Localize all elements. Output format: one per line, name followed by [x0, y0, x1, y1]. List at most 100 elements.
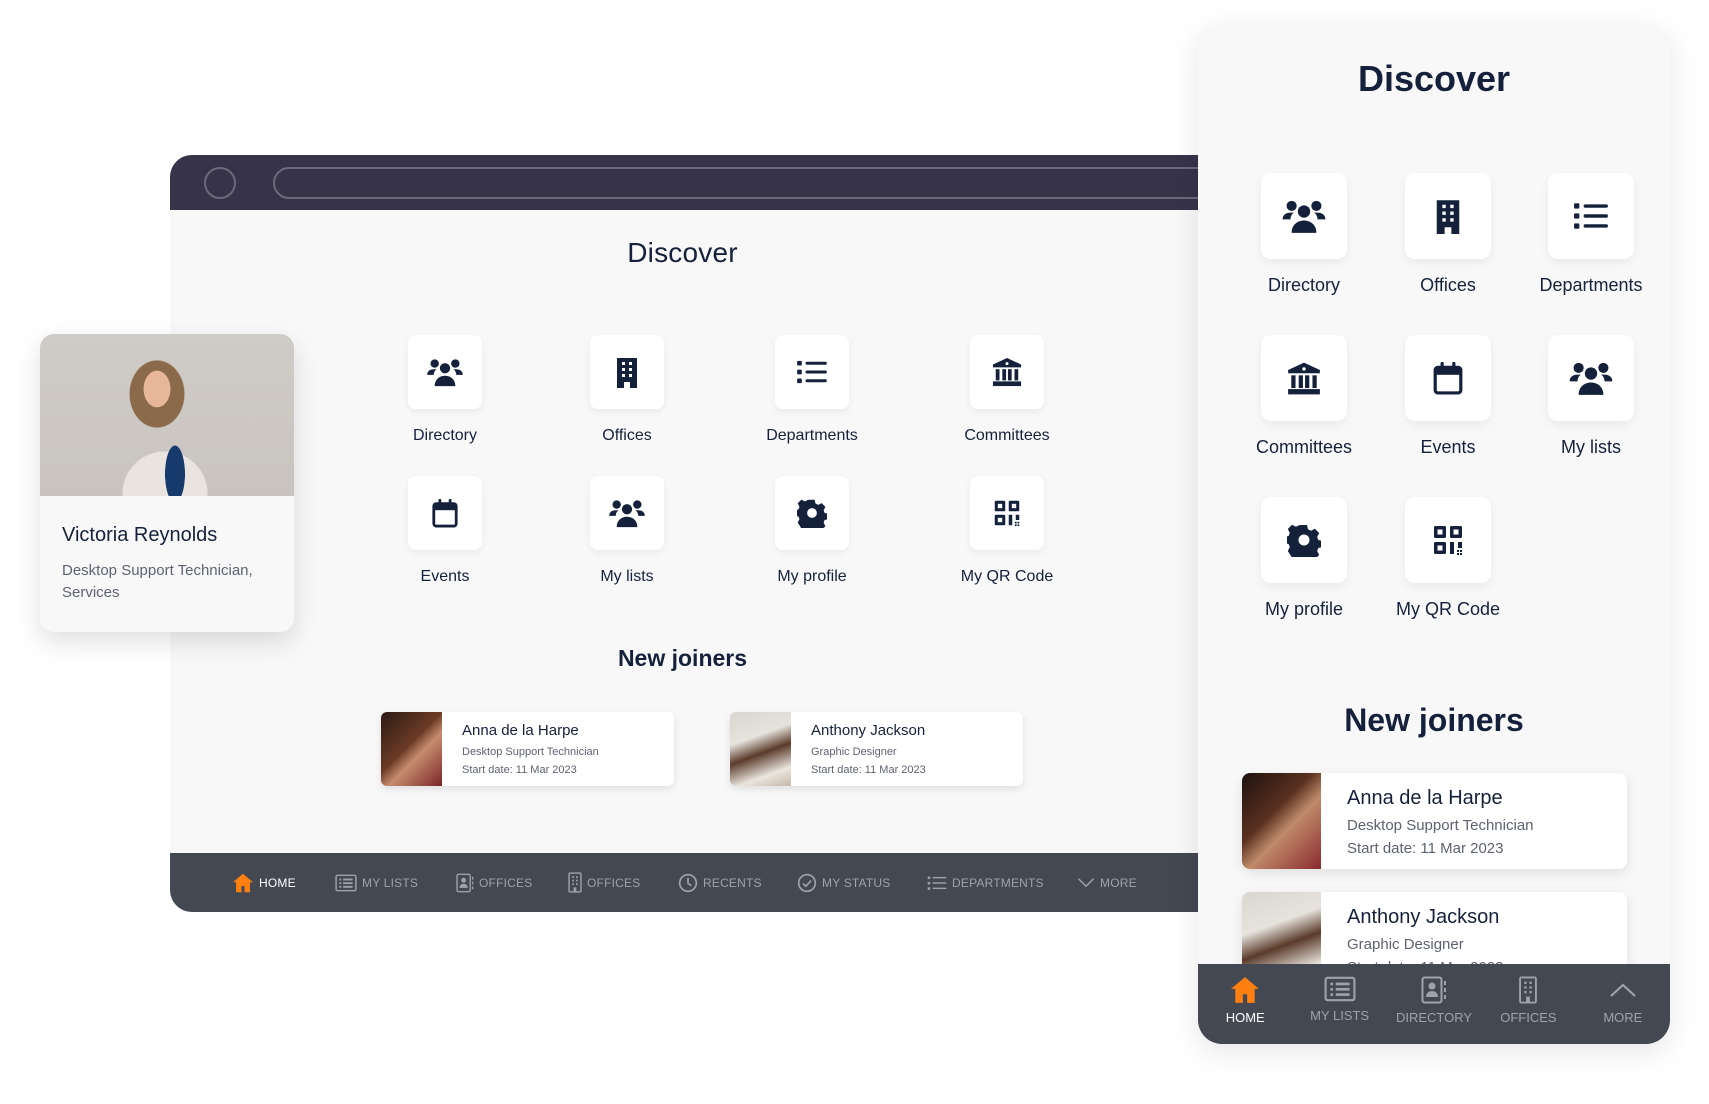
- nav-label: RECENTS: [703, 875, 762, 890]
- nav-label: HOME: [259, 875, 296, 890]
- nav-label: HOME: [1225, 1010, 1265, 1025]
- tile-departments[interactable]: Departments: [717, 335, 907, 445]
- clock-icon: [678, 873, 698, 893]
- tile-directory[interactable]: Directory: [350, 335, 540, 445]
- joiner-start-date: Start date: 11 Mar 2023: [462, 764, 577, 776]
- nav-my-lists[interactable]: MY LISTS: [1292, 964, 1386, 1044]
- tile-label: Offices: [602, 427, 652, 444]
- nav-offices[interactable]: OFFICES: [568, 853, 640, 912]
- tile-events[interactable]: Events: [350, 476, 540, 586]
- nav-more[interactable]: MORE: [1077, 853, 1137, 912]
- people-icon: [1281, 198, 1327, 234]
- contact-book-icon: [456, 873, 474, 893]
- joiner-role: Graphic Designer: [1347, 936, 1464, 953]
- list-box-icon: [335, 874, 357, 892]
- joiner-role: Desktop Support Technician: [462, 746, 599, 758]
- profile-name: Victoria Reynolds: [62, 524, 218, 546]
- joiner-role: Graphic Designer: [811, 746, 897, 758]
- tile-departments[interactable]: Departments: [1516, 173, 1666, 296]
- calendar-icon: [1432, 360, 1464, 396]
- qr-code-icon: [993, 499, 1021, 527]
- nav-offices[interactable]: OFFICES: [1481, 964, 1575, 1044]
- institution-icon: [1286, 361, 1322, 396]
- tile-my-profile[interactable]: My profile: [1229, 497, 1379, 620]
- tile-label: My profile: [777, 568, 847, 585]
- joiner-name: Anna de la Harpe: [462, 722, 579, 739]
- tile-offices[interactable]: Offices: [1373, 173, 1523, 296]
- joiner-photo: [381, 712, 442, 786]
- nav-my-lists[interactable]: MY LISTS: [335, 853, 418, 912]
- nav-label: MY LISTS: [362, 875, 419, 890]
- browser-address-bar[interactable]: [273, 167, 1210, 199]
- building-icon: [615, 356, 639, 388]
- nav-departments[interactable]: DEPARTMENTS: [927, 853, 1044, 912]
- contact-book-icon: [1421, 976, 1447, 1004]
- nav-home[interactable]: HOME: [1198, 964, 1292, 1044]
- tile-my-lists[interactable]: My lists: [1516, 335, 1666, 458]
- tile-label: Departments: [766, 427, 858, 444]
- tile-my-profile[interactable]: My profile: [717, 476, 907, 586]
- gear-icon: [797, 498, 827, 528]
- nav-label: OFFICES: [587, 875, 641, 890]
- nav-recents[interactable]: RECENTS: [678, 853, 762, 912]
- list-box-icon: [1324, 976, 1356, 1002]
- tile-label: Committees: [964, 427, 1050, 444]
- tile-label: Directory: [412, 427, 477, 444]
- nav-label: MY LISTS: [1310, 1008, 1370, 1023]
- desktop-app-window: Discover Directory Offices Departments C…: [170, 155, 1210, 912]
- people-icon: [608, 498, 646, 528]
- tile-offices[interactable]: Offices: [532, 335, 722, 445]
- tile-label: My profile: [1264, 599, 1344, 619]
- tile-directory[interactable]: Directory: [1229, 173, 1379, 296]
- building-icon: [1434, 198, 1462, 234]
- nav-label: DEPARTMENTS: [952, 875, 1044, 890]
- nav-label: MORE: [1603, 1010, 1643, 1025]
- joiner-role: Desktop Support Technician: [1347, 817, 1534, 834]
- joiner-name: Anthony Jackson: [811, 722, 926, 739]
- nav-label: OFFICES: [1500, 1010, 1557, 1025]
- tile-label: Events: [1420, 437, 1476, 457]
- tile-my-qr-code[interactable]: My QR Code: [1373, 497, 1523, 620]
- browser-control-button[interactable]: [204, 167, 236, 199]
- joiner-card[interactable]: Anthony Jackson Graphic Designer Start d…: [730, 712, 1023, 786]
- qr-code-icon: [1432, 524, 1464, 556]
- tile-my-qr-code[interactable]: My QR Code: [912, 476, 1102, 586]
- joiner-card[interactable]: Anna de la Harpe Desktop Support Technic…: [381, 712, 674, 786]
- tile-my-lists[interactable]: My lists: [532, 476, 722, 586]
- list-icon: [796, 359, 828, 385]
- tile-committees[interactable]: Committees: [912, 335, 1102, 445]
- tile-events[interactable]: Events: [1373, 335, 1523, 458]
- nav-my-status[interactable]: MY STATUS: [797, 853, 890, 912]
- nav-label: DIRECTORY: [1395, 1010, 1473, 1025]
- mobile-bottom-nav: HOME MY LISTS DIRECTORY OFFICES MORE: [1198, 964, 1670, 1044]
- tile-label: Departments: [1539, 275, 1643, 295]
- new-joiners-heading: New joiners: [1344, 702, 1524, 738]
- nav-offices-contact[interactable]: OFFICES: [456, 853, 532, 912]
- institution-icon: [991, 357, 1023, 387]
- people-icon: [426, 357, 464, 387]
- home-icon: [232, 873, 254, 893]
- nav-directory[interactable]: DIRECTORY: [1387, 964, 1481, 1044]
- people-icon: [1568, 360, 1614, 396]
- home-icon: [1229, 976, 1261, 1004]
- tile-committees[interactable]: Committees: [1229, 335, 1379, 458]
- joiner-photo: [1242, 773, 1321, 869]
- tile-label: Offices: [1420, 275, 1476, 295]
- calendar-icon: [431, 498, 459, 528]
- nav-more[interactable]: MORE: [1576, 964, 1670, 1044]
- profile-photo: [40, 334, 294, 496]
- desktop-bottom-nav: HOME MY LISTS OFFICES OFFICES RECENTS MY…: [170, 853, 1210, 912]
- tile-label: Committees: [1255, 437, 1353, 457]
- new-joiners-heading: New joiners: [617, 645, 748, 671]
- nav-home[interactable]: HOME: [232, 853, 296, 912]
- tile-label: Directory: [1267, 275, 1340, 295]
- joiner-name: Anthony Jackson: [1347, 906, 1500, 928]
- profile-card[interactable]: Victoria Reynolds Desktop Support Techni…: [40, 334, 294, 632]
- tile-label: Events: [420, 568, 470, 585]
- tile-label: My lists: [600, 568, 654, 585]
- nav-label: MY STATUS: [822, 875, 891, 890]
- chevron-down-icon: [1077, 877, 1095, 888]
- list-icon: [1573, 201, 1609, 231]
- nav-label: MORE: [1100, 875, 1137, 890]
- joiner-card[interactable]: Anna de la Harpe Desktop Support Technic…: [1242, 773, 1627, 869]
